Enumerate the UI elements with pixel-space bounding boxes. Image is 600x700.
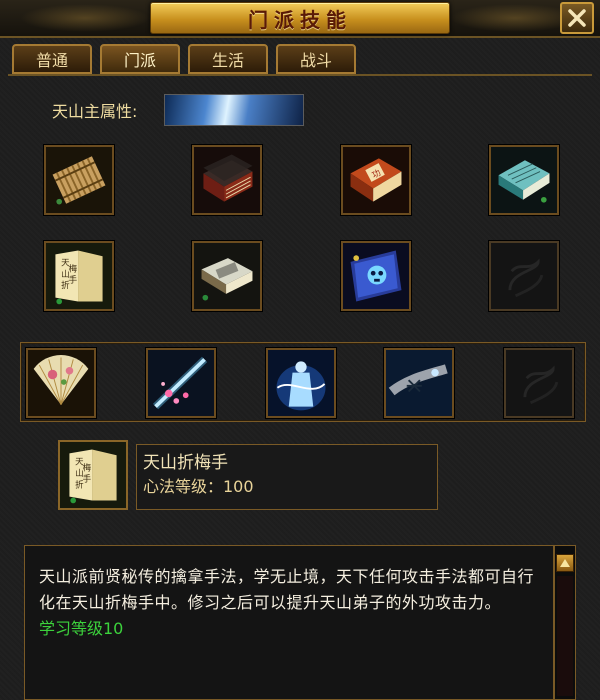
title-ornament-left <box>20 4 150 32</box>
skill-name: 天山折梅手 <box>143 453 228 473</box>
ice-attribute-icon <box>164 94 304 126</box>
chevron-up-icon <box>560 559 570 567</box>
skill-slot-snowflake-strike[interactable] <box>384 348 454 418</box>
learn-requirement: 学习等级10 <box>39 619 124 638</box>
skill-slot-martial-arts-book[interactable]: 功 <box>341 145 411 215</box>
skill-slot-ice-figure[interactable] <box>266 348 336 418</box>
scroll-up-button[interactable] <box>556 554 574 572</box>
tab-general[interactable]: 普通 <box>12 44 92 74</box>
skill-slot-open-book[interactable] <box>192 241 262 311</box>
skill-description-panel: 天山派前贤秘传的擒拿手法，学无止境，天下任何攻击手法都可自行化在天山折梅手中。修… <box>24 545 554 700</box>
tab-divider <box>8 74 592 76</box>
svg-text:梅: 梅 <box>83 462 92 472</box>
martial-arts-book-icon: 功 <box>343 147 409 213</box>
sect-skills-window: 门派技能 普通 门派 生活 战斗 天山主属性: 功 天 山 折 梅 手 天 山 … <box>0 0 600 700</box>
skill-slot-empty-1[interactable] <box>489 241 559 311</box>
snowflake-strike-icon <box>386 350 452 416</box>
tianshan-manual-icon: 天山折 梅手 <box>60 442 126 508</box>
skill-slot-blue-manual[interactable] <box>489 145 559 215</box>
tab-sect[interactable]: 门派 <box>100 44 180 74</box>
main-attribute-label: 天山主属性: <box>52 102 138 121</box>
skill-level: 心法等级：100 <box>143 477 254 496</box>
title-bar: 门派技能 <box>0 0 600 38</box>
tab-bar: 普通 门派 生活 战斗 <box>12 44 356 74</box>
close-button[interactable] <box>560 2 594 34</box>
tianshan-manual-icon: 天山折 梅手 <box>46 243 112 309</box>
title-plate: 门派技能 <box>150 2 450 34</box>
skill-slot-bamboo-scroll[interactable] <box>44 145 114 215</box>
skill-slot-empty-2[interactable] <box>504 348 574 418</box>
skill-slot-skull-scroll[interactable] <box>341 241 411 311</box>
skill-slot-fan[interactable] <box>26 348 96 418</box>
closed-book-icon <box>194 147 260 213</box>
tab-life[interactable]: 生活 <box>188 44 268 74</box>
ice-figure-icon <box>268 350 334 416</box>
svg-text:手: 手 <box>83 474 92 484</box>
skill-slot-pink-sparkle[interactable] <box>146 348 216 418</box>
skill-description: 天山派前贤秘传的擒拿手法，学无止境，天下任何攻击手法都可自行化在天山折梅手中。修… <box>39 567 535 612</box>
close-icon <box>568 9 586 27</box>
empty-slot-icon <box>491 243 557 309</box>
window-title: 门派技能 <box>248 7 352 32</box>
open-book-icon <box>194 243 260 309</box>
pink-sparkle-icon <box>148 350 214 416</box>
fan-icon <box>28 350 94 416</box>
skull-scroll-icon <box>343 243 409 309</box>
selected-skill-info: 天山折梅手 心法等级：100 <box>136 444 438 510</box>
selected-skill-icon-frame: 天山折 梅手 <box>58 440 128 510</box>
svg-text:梅: 梅 <box>69 263 78 273</box>
description-scrollbar[interactable] <box>554 545 576 700</box>
empty-slot-icon <box>506 350 572 416</box>
tab-combat[interactable]: 战斗 <box>276 44 356 74</box>
skill-slot-tianshan-manual[interactable]: 天山折 梅手 <box>44 241 114 311</box>
scroll-track[interactable] <box>557 576 573 696</box>
blue-manual-icon <box>491 147 557 213</box>
svg-text:手: 手 <box>69 275 78 285</box>
skill-slot-closed-book[interactable] <box>192 145 262 215</box>
bamboo-scroll-icon <box>46 147 112 213</box>
